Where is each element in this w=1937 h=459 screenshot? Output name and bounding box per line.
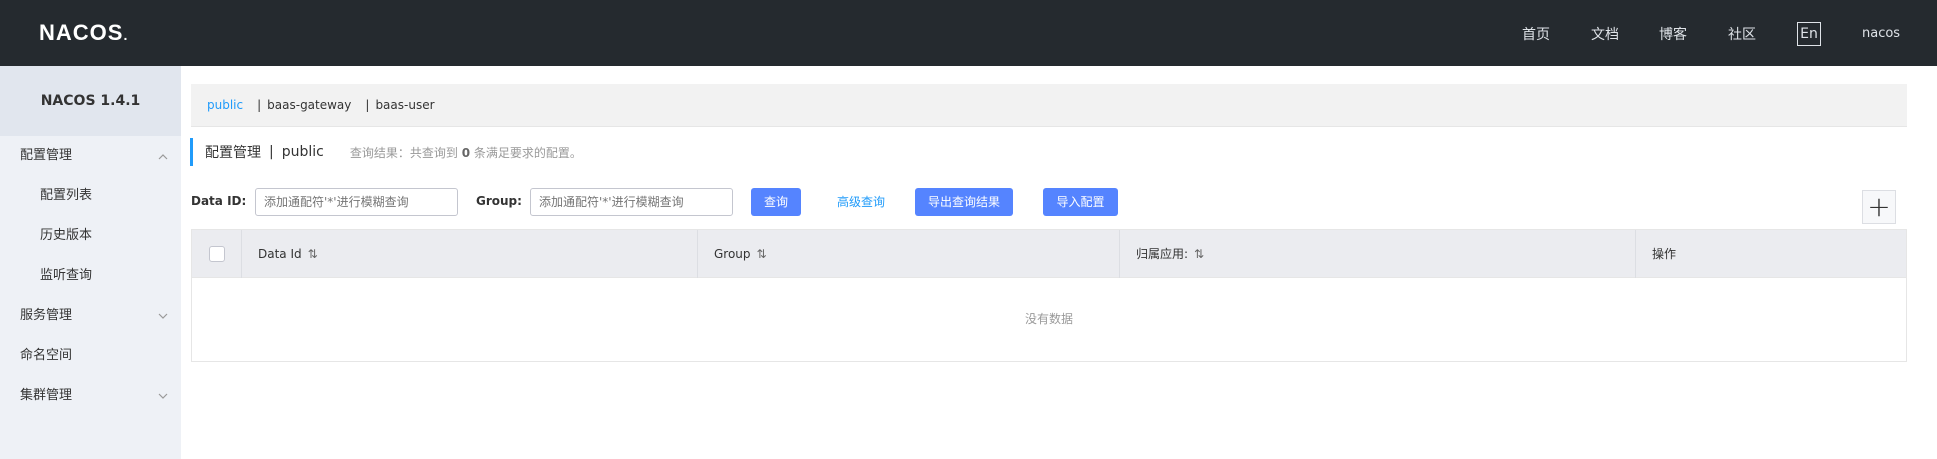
page-title-namespace: public — [281, 144, 324, 160]
column-label: 归属应用: — [1136, 247, 1189, 261]
query-summary: 查询结果：共查询到 0 条满足要求的配置。 — [350, 144, 582, 161]
nav-home-link[interactable]: 首页 — [1522, 24, 1550, 44]
select-all-checkbox[interactable] — [208, 246, 225, 262]
column-label: Data Id — [258, 247, 302, 261]
chevron-down-icon — [158, 313, 168, 319]
namespace-tab-baas-user[interactable]: baas-user — [375, 98, 434, 112]
sidebar-group-label: 配置管理 — [20, 148, 73, 163]
sidebar-group-namespace[interactable]: 命名空间 — [0, 336, 181, 376]
chevron-up-icon — [158, 154, 168, 160]
summary-suffix: 条满足要求的配置。 — [473, 145, 582, 160]
sidebar-group-label: 服务管理 — [20, 308, 73, 323]
page-title-text: 配置管理 — [205, 145, 261, 161]
config-table: Data Id ⇅ Group ⇅ 归属应用: ⇅ 操作 没有数据 — [191, 229, 1907, 362]
import-config-button[interactable]: 导入配置 — [1043, 188, 1118, 216]
namespace-separator: | — [365, 98, 370, 112]
nav-docs-link[interactable]: 文档 — [1591, 24, 1619, 44]
column-label: 操作 — [1652, 247, 1677, 261]
column-header-actions: 操作 — [1636, 230, 1906, 278]
sidebar-group-label: 命名空间 — [20, 348, 73, 363]
header-checkbox-cell — [192, 230, 242, 278]
group-input[interactable] — [530, 188, 733, 216]
top-header: NACOS. 首页 文档 博客 社区 En nacos — [0, 0, 1937, 66]
column-header-dataid[interactable]: Data Id ⇅ — [242, 230, 698, 278]
nacos-logo[interactable]: NACOS. — [39, 20, 128, 46]
sort-icon[interactable]: ⇅ — [308, 230, 318, 278]
sidebar-group-config-management[interactable]: 配置管理 — [0, 136, 181, 176]
query-button[interactable]: 查询 — [751, 188, 801, 216]
sidebar-version-title: NACOS 1.4.1 — [0, 66, 181, 136]
namespace-separator: | — [257, 98, 262, 112]
sidebar-group-cluster-management[interactable]: 集群管理 — [0, 376, 181, 416]
sidebar-group-service-management[interactable]: 服务管理 — [0, 296, 181, 336]
column-label: Group — [714, 247, 751, 261]
summary-count: 0 — [461, 145, 471, 160]
table-empty-state: 没有数据 — [1024, 312, 1073, 326]
namespace-bar: public | baas-gateway | baas-user — [191, 84, 1907, 127]
table-header: Data Id ⇅ Group ⇅ 归属应用: ⇅ 操作 — [192, 230, 1906, 278]
group-label: Group: — [476, 194, 522, 208]
sort-icon[interactable]: ⇅ — [757, 230, 767, 278]
sidebar-group-label: 集群管理 — [20, 388, 73, 403]
column-header-app[interactable]: 归属应用: ⇅ — [1120, 230, 1636, 278]
export-results-button[interactable]: 导出查询结果 — [915, 188, 1013, 216]
sidebar-item-listener-query[interactable]: 监听查询 — [0, 256, 181, 296]
sidebar: NACOS 1.4.1 配置管理 配置列表 历史版本 监听查询 服务管理 命名空… — [0, 66, 181, 459]
dataid-input[interactable] — [255, 188, 458, 216]
nav-blog-link[interactable]: 博客 — [1659, 24, 1687, 44]
search-form: Data ID: Group: 查询 高级查询 导出查询结果 导入配置 — [191, 188, 1907, 216]
namespace-tab-public[interactable]: public — [207, 98, 243, 112]
column-header-group[interactable]: Group ⇅ — [698, 230, 1120, 278]
sort-icon[interactable]: ⇅ — [1194, 230, 1204, 278]
sidebar-item-config-list[interactable]: 配置列表 — [0, 176, 181, 216]
title-separator: | — [269, 144, 274, 160]
nav-community-link[interactable]: 社区 — [1728, 24, 1756, 44]
summary-prefix: 查询结果：共查询到 — [349, 145, 458, 160]
sidebar-item-history[interactable]: 历史版本 — [0, 216, 181, 256]
namespace-tab-baas-gateway[interactable]: baas-gateway — [267, 98, 351, 112]
logo-text: NACOS — [39, 20, 124, 45]
dataid-label: Data ID: — [191, 194, 247, 208]
language-switch-button[interactable]: En — [1797, 22, 1821, 46]
logo-dot: . — [123, 27, 129, 43]
page-title: 配置管理 | public 查询结果：共查询到 0 条满足要求的配置。 — [190, 138, 582, 166]
chevron-down-icon — [158, 393, 168, 399]
add-config-button[interactable]: + — [1862, 190, 1896, 224]
advanced-query-link[interactable]: 高级查询 — [831, 188, 891, 216]
user-menu[interactable]: nacos — [1862, 26, 1900, 41]
